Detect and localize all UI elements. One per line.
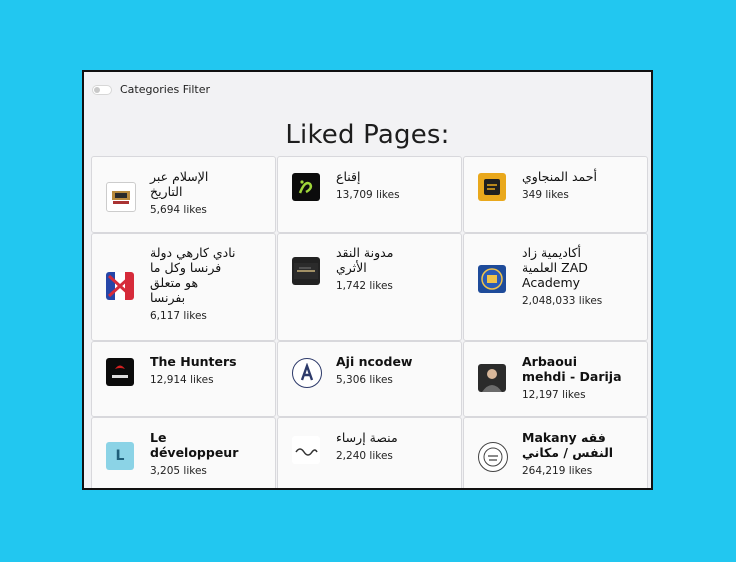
page-card[interactable]: مدونة النقد الأثري 1,742 likes [277, 233, 462, 341]
liked-pages-window: Categories Filter Liked Pages: الإسلام ع… [82, 70, 653, 490]
page-name[interactable]: منصة إرساء [336, 430, 453, 445]
page-card[interactable]: نادي كارهي دولة فرنسا وكل ما هو متعلق بف… [91, 233, 276, 341]
the-hunters-logo-icon [106, 358, 134, 386]
page-card[interactable]: Arbaoui mehdi - Darija 12,197 likes [463, 341, 648, 417]
page-likes: 12,914 likes [150, 374, 214, 386]
page-card[interactable]: منصة إرساء 2,240 likes [277, 417, 462, 488]
page-likes: 3,205 likes [150, 465, 207, 477]
page-name[interactable]: Makany فقه النفس / مكاني [522, 430, 639, 460]
aji-ncodew-logo-icon [292, 358, 322, 388]
page-name[interactable]: The Hunters [150, 354, 267, 369]
page-card[interactable]: Aji ncodew 5,306 likes [277, 341, 462, 417]
page-likes: 264,219 likes [522, 465, 593, 477]
page-card[interactable]: Makany فقه النفس / مكاني 264,219 likes [463, 417, 648, 488]
makany-logo-icon [478, 442, 508, 472]
le-developpeur-logo-icon: L [106, 442, 134, 470]
islam-history-logo-icon [106, 182, 136, 212]
naqd-blog-logo-icon [292, 257, 320, 285]
page-likes: 5,694 likes [150, 204, 207, 216]
page-card[interactable]: L Le développeur 3,205 likes [91, 417, 276, 488]
page-name[interactable]: نادي كارهي دولة فرنسا وكل ما هو متعلق بف… [150, 245, 267, 305]
page-card[interactable]: أحمد المنجاوي 349 likes [463, 156, 648, 233]
page-name[interactable]: Le développeur [150, 430, 267, 460]
irsaa-logo-icon [292, 436, 320, 464]
page-name[interactable]: أكاديمية زاد العلمية ZAD Academy [522, 245, 639, 290]
page-likes: 2,240 likes [336, 450, 393, 462]
page-name[interactable]: Arbaoui mehdi - Darija [522, 354, 639, 384]
page-card[interactable]: The Hunters 12,914 likes [91, 341, 276, 417]
categories-filter-label: Categories Filter [120, 83, 211, 96]
page-likes: 2,048,033 likes [522, 295, 603, 307]
page-likes: 6,117 likes [150, 310, 207, 322]
page-name[interactable]: الإسلام عبر التاريخ [150, 169, 267, 199]
ahmed-logo-icon [478, 173, 506, 201]
page-likes: 349 likes [522, 189, 569, 201]
page-name[interactable]: Aji ncodew [336, 354, 453, 369]
page-card[interactable]: الإسلام عبر التاريخ 5,694 likes [91, 156, 276, 233]
page-name[interactable]: إقناع [336, 169, 453, 184]
arbaoui-avatar-icon [478, 364, 506, 392]
page-likes: 12,197 likes [522, 389, 586, 401]
categories-filter[interactable]: Categories Filter [92, 83, 210, 96]
france-haters-logo-icon [106, 272, 134, 300]
page-likes: 13,709 likes [336, 189, 400, 201]
zad-academy-logo-icon [478, 265, 506, 293]
page-card[interactable]: إقناع 13,709 likes [277, 156, 462, 233]
page-likes: 1,742 likes [336, 280, 393, 292]
page-card[interactable]: أكاديمية زاد العلمية ZAD Academy 2,048,0… [463, 233, 648, 341]
iqnaa-logo-icon [292, 173, 320, 201]
page-likes: 5,306 likes [336, 374, 393, 386]
categories-filter-toggle[interactable] [92, 84, 112, 95]
page-name[interactable]: مدونة النقد الأثري [336, 245, 453, 275]
page-title: Liked Pages: [285, 120, 450, 150]
page-name[interactable]: أحمد المنجاوي [522, 169, 639, 184]
